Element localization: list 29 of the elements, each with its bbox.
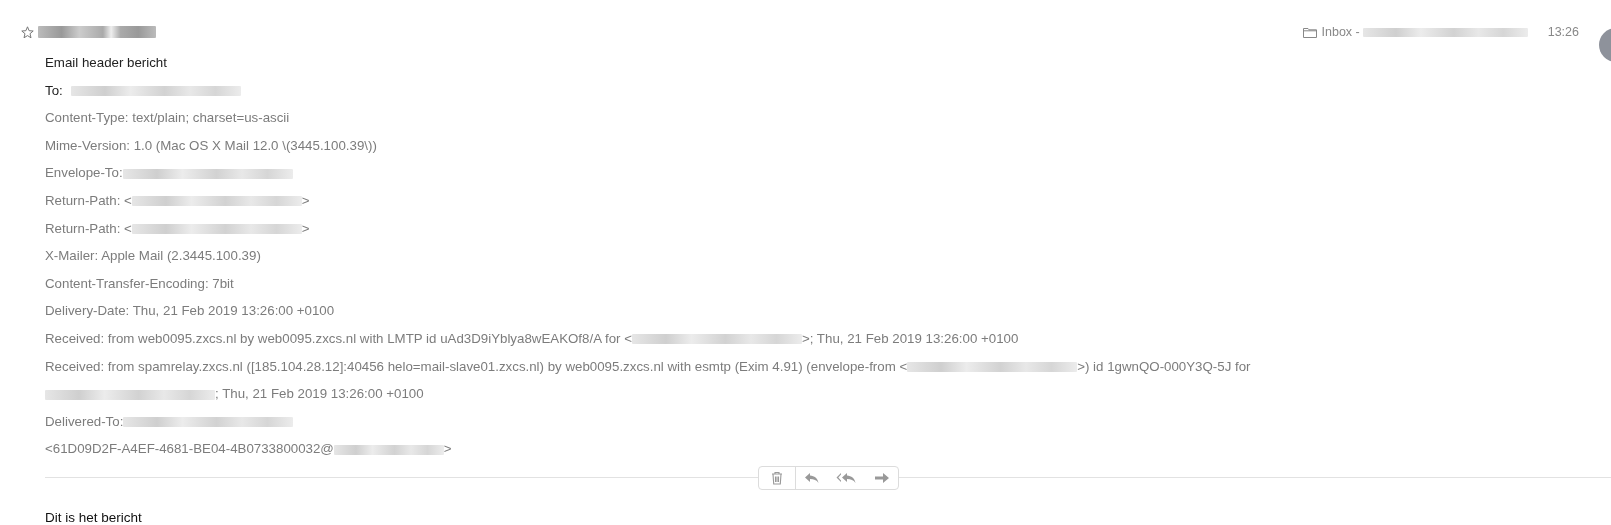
header-text: Return-Path: <: [45, 220, 132, 236]
folder-icon: [1302, 26, 1317, 38]
header-text: Content-Type: text/plain; charset=us-ascii: [45, 110, 290, 126]
header-text: X-Mailer: Apple Mail (2.3445.100.39): [45, 248, 261, 264]
header-text: Content-Transfer-Encoding: 7bit: [45, 275, 234, 291]
header-text: Received: from web0095.zxcs.nl by web0095.zxcs.nl with LMTP id uAd3D9iYblya8wEAKOf8/A for <: [45, 330, 632, 346]
header-text: Return-Path: <: [45, 192, 132, 208]
header-text: >: [443, 441, 452, 457]
header-text: Received: from spamrelay.zxcs.nl ([185.104.28.12]:40456 helo=mail-slave01.zxcs.nl) by web0095.zxcs.nl with esmtp (Exim 4.91) (envelope-from <: [45, 358, 908, 374]
header-text: <61D09D2F-A4EF-4681-BE04-4B0733800032@: [45, 441, 334, 457]
reply-all-icon: [835, 471, 858, 484]
header-text: >; Thu, 21 Feb 2019 13:26:00 +0100: [801, 330, 1019, 346]
header-text: Delivery-Date: Thu, 21 Feb 2019 13:26:00 +0100: [45, 303, 335, 319]
header-text: Delivered-To:: [45, 413, 124, 429]
subject-text: Email header bericht: [45, 55, 167, 70]
header-text: >: [301, 220, 310, 236]
header-text: >) id 1gwnQO-000Y3Q-5J for: [1077, 358, 1251, 374]
header-text: >: [301, 192, 310, 208]
forward-icon: [873, 471, 890, 484]
header-text: To:: [45, 82, 63, 98]
message-body: Dit is het bericht: [45, 509, 143, 525]
header-text: Envelope-To:: [45, 165, 123, 181]
reply-icon: [803, 471, 820, 484]
star-icon[interactable]: [21, 25, 34, 39]
trash-icon: [770, 470, 783, 485]
mailbox-label: Inbox -: [1321, 25, 1360, 39]
header-text: Mime-Version: 1.0 (Mac OS X Mail 12.0 \(3445.100.39\)): [45, 137, 377, 153]
header-text: ; Thu, 21 Feb 2019 13:26:00 +0100: [215, 386, 424, 402]
message-time: 13:26: [1547, 25, 1579, 39]
